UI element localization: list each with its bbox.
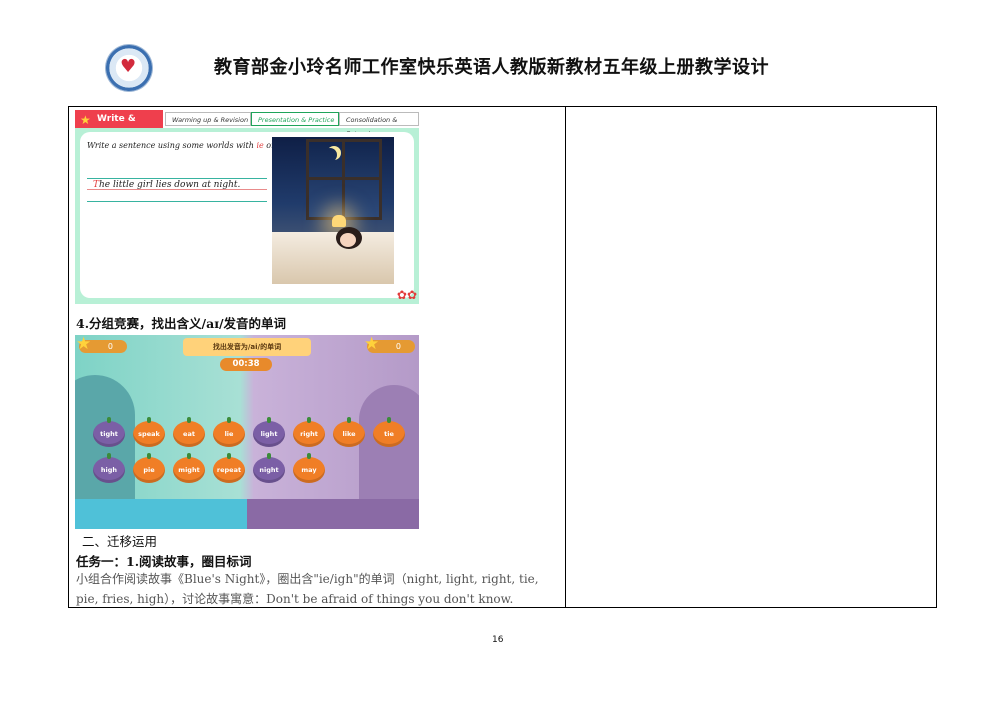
flower-decoration-icon: ✿✿ <box>396 288 417 302</box>
star-icon: ★ <box>76 335 92 354</box>
write-share-slide: ★ Write & share Warming up & Revision Pr… <box>75 110 419 304</box>
section-heading: 二、迁移运用 <box>82 534 158 549</box>
word-fruit-like[interactable]: like <box>333 417 365 447</box>
girl-face <box>340 233 356 247</box>
word-fruit-repeat[interactable]: repeat <box>213 453 245 483</box>
stage-presentation: Presentation & Practice <box>251 112 339 126</box>
word-fruit-may[interactable]: may <box>293 453 325 483</box>
star-icon: ★ <box>364 335 380 354</box>
word-fruit-right[interactable]: right <box>293 417 325 447</box>
word-fruit-light[interactable]: light <box>253 417 285 447</box>
page-title: 教育部金小玲名师工作室快乐英语人教版新教材五年级上册教学设计 <box>214 57 769 78</box>
left-cell: ★ Write & share Warming up & Revision Pr… <box>69 107 565 607</box>
example-sentence: The little girl lies down at night. <box>93 180 240 190</box>
sentence-rest: he little girl lies down at night. <box>99 180 241 190</box>
left-team-score: ★ 0 <box>76 336 127 353</box>
page-number: 16 <box>492 635 504 645</box>
moon-icon <box>323 148 337 162</box>
ground <box>247 499 419 529</box>
section-caption: 4.分组竞赛，找出含义/aɪ/发音的单词 <box>76 316 287 331</box>
task-heading: 任务一：1.阅读故事，圈目标词 <box>76 554 252 569</box>
window-frame-horizontal <box>309 177 379 180</box>
word-fruit-tight[interactable]: tight <box>93 417 125 447</box>
word-fruit-night[interactable]: night <box>253 453 285 483</box>
right-team-score: ★ 0 <box>364 336 415 353</box>
instruction-text: Write a sentence using some worlds with <box>87 141 257 150</box>
word-fruit-high[interactable]: high <box>93 453 125 483</box>
logo: ♥ <box>106 45 152 91</box>
word-fruit-tie[interactable]: tie <box>373 417 405 447</box>
word-fruit-lie[interactable]: lie <box>213 417 245 447</box>
word-fruit-speak[interactable]: speak <box>133 417 165 447</box>
heart-emblem-icon: ♥ <box>120 56 137 77</box>
bedtime-illustration <box>272 137 394 284</box>
slide-instruction: Write a sentence using some worlds with … <box>87 141 293 150</box>
task-description: 小组合作阅读故事《Blue's Night》，圈出含"ie/igh"的单词（ni… <box>76 572 539 606</box>
game-timer: 00:38 <box>220 358 272 371</box>
write-share-tag: ★ Write & share <box>75 110 163 142</box>
window <box>306 139 382 220</box>
word-fruit-pie[interactable]: pie <box>133 453 165 483</box>
game-banner: 找出发音为/ai/的单词 <box>183 338 311 356</box>
stage-warming-up: Warming up & Revision <box>165 112 251 126</box>
instruction-ie: ie <box>256 141 264 150</box>
word-fruit-eat[interactable]: eat <box>173 417 205 447</box>
column-divider <box>565 107 566 607</box>
stage-consolidation: Consolidation & Extension <box>339 112 419 138</box>
left-score-value: 0 <box>107 342 113 351</box>
lesson-table: ★ Write & share Warming up & Revision Pr… <box>68 106 937 608</box>
bed <box>272 232 394 284</box>
water <box>75 499 247 529</box>
star-icon: ★ <box>80 113 91 127</box>
lamp-icon <box>332 215 346 227</box>
word-fruit-might[interactable]: might <box>173 453 205 483</box>
right-score-value: 0 <box>395 342 401 351</box>
word-game-slide: ★ 0 ★ 0 找出发音为/ai/的单词 00:38 tight speak eat… <box>75 335 419 529</box>
